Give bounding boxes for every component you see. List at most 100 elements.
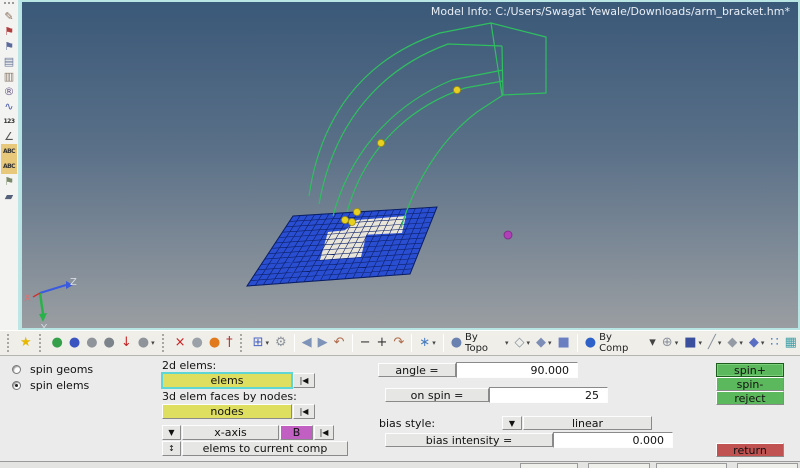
angle-input[interactable]: 90.000 <box>456 362 578 378</box>
scribble-icon[interactable]: ∿ <box>1 99 17 114</box>
wireframe-geometry-icon[interactable]: ◇ ▾ <box>511 333 533 353</box>
spin-preview-wireframe <box>308 22 547 229</box>
zoom-in-icon[interactable]: + <box>373 333 390 353</box>
nodes-collector-button[interactable]: nodes <box>162 404 292 419</box>
elems-to-current-comp-button[interactable]: elems to current comp <box>182 441 348 456</box>
element-color-mode-icon[interactable]: ● By Comp <box>582 332 646 354</box>
toolbar-separator <box>411 334 413 352</box>
dropdown-caret-icon: ▾ <box>698 339 703 347</box>
radio-circle[interactable] <box>12 365 21 374</box>
flag-red-icon[interactable]: ⚑ <box>1 24 17 39</box>
spin-plus-button[interactable]: spin+ <box>716 363 784 377</box>
on-spin-input[interactable]: 25 <box>489 387 608 403</box>
geometry-color-mode-icon[interactable]: ● By Topo ▾ <box>448 332 512 354</box>
clear-highlights-icon[interactable]: ● <box>206 333 223 353</box>
numbers-123-icon[interactable]: 123 <box>1 114 17 129</box>
graphics-viewport[interactable]: Z Y X Model Info: C:/Users/Swagat Yewale… <box>20 0 800 330</box>
plot-axes-icon[interactable]: ∠ <box>1 129 17 144</box>
axis-dropdown-button[interactable]: ▼ <box>162 425 181 440</box>
dropdown-caret-icon: ▾ <box>151 339 155 347</box>
unmask-adjacent-icon[interactable]: ● <box>66 333 83 353</box>
shaded-elements-icon[interactable]: ■ ▾ <box>681 333 705 353</box>
favorites-icon[interactable]: ★ <box>17 333 35 353</box>
model-scene[interactable]: Z Y X <box>22 2 798 328</box>
spin-panel: spin geoms spin elems 2d elems: elems |◀… <box>0 356 800 462</box>
dropdown-caret-icon: ▾ <box>547 339 552 347</box>
toolbar-separator <box>351 334 353 352</box>
options-icon[interactable]: ⚙ <box>272 333 290 353</box>
elems-collector-button[interactable]: elems <box>161 372 293 389</box>
visualization-options-icon[interactable]: ∗ ▾ <box>416 333 438 353</box>
toolbar-grip[interactable] <box>4 2 14 6</box>
card-icon[interactable]: ▥ <box>1 69 17 84</box>
base-node-b-button[interactable]: B <box>280 425 313 440</box>
temp-nodes-icon[interactable]: ● <box>188 333 205 353</box>
return-button[interactable]: return <box>716 443 784 457</box>
left-toolbar: ✎ ⚑ ⚑ ▤ ▥ ® ∿ 123 ∠ ABC ABC ⚑ ▰ <box>0 0 20 330</box>
dropdown-caret-icon: ▾ <box>504 339 509 347</box>
axis-triad: Z Y X <box>24 277 77 328</box>
panels-icon[interactable]: ⊞ ▾ <box>250 333 272 353</box>
dropdown-caret-icon: ▾ <box>717 339 722 347</box>
hidden-panel-button[interactable] <box>737 463 798 468</box>
masked-elements-icon[interactable]: ● ▾ <box>135 333 158 353</box>
spin-minus-button[interactable]: spin- <box>716 377 784 391</box>
dropdown-caret-icon: ▾ <box>265 339 269 347</box>
on-spin-label-button[interactable]: on spin = <box>385 388 489 402</box>
nodes-reset-button[interactable]: |◀ <box>293 404 315 419</box>
zoom-out-icon[interactable]: − <box>357 333 374 353</box>
view-back-icon[interactable]: ◀ <box>299 333 315 353</box>
view-undo-icon[interactable]: ↶ <box>331 333 348 353</box>
shrink-elements-icon[interactable]: ◆ ▾ <box>746 333 768 353</box>
bias-intensity-input[interactable]: 0.000 <box>553 432 673 448</box>
stack-icon[interactable]: ▤ <box>1 54 17 69</box>
delete-icon[interactable]: × <box>172 333 189 353</box>
wireframe-elements-icon[interactable]: ⊕ ▾ <box>659 333 681 353</box>
footer-strip <box>0 462 800 468</box>
entity-state-icon[interactable]: † <box>223 333 236 353</box>
reject-button[interactable]: reject <box>716 391 784 405</box>
shaded-geometry-icon[interactable]: ◆ ▾ <box>533 333 555 353</box>
elems-reset-button[interactable]: |◀ <box>293 373 315 388</box>
base-node-magenta[interactable] <box>503 230 513 240</box>
abc-arrow-icon[interactable]: ABC <box>1 159 17 174</box>
toolbar-separator <box>293 334 295 352</box>
dropdown-caret-icon: ▾ <box>432 339 436 347</box>
view-redo-icon[interactable]: ↷ <box>390 333 407 353</box>
radio-spin-elems[interactable]: spin elems <box>12 379 89 392</box>
view-forward-icon[interactable]: ▶ <box>315 333 331 353</box>
toolbar-separator <box>576 334 578 352</box>
notes-icon[interactable]: ✎ <box>1 9 17 24</box>
performance-graphics-icon[interactable]: ▦ <box>782 333 800 353</box>
tag-flag-icon[interactable]: ⚑ <box>1 174 17 189</box>
dropdown-caret-icon: ▾ <box>674 339 679 347</box>
feature-angle-icon[interactable]: ◆ ▾ <box>724 333 746 353</box>
comp-toggle-button[interactable]: ↕ <box>162 441 181 456</box>
axis-reset-button[interactable]: |◀ <box>314 425 334 440</box>
radio-spin-geoms[interactable]: spin geoms <box>12 363 93 376</box>
hidden-panel-button[interactable] <box>656 463 727 468</box>
bias-style-dropdown-button[interactable]: ▼ <box>502 416 522 430</box>
mesh-style-caret-icon[interactable]: ▾ <box>646 333 659 353</box>
unmask-all-icon[interactable]: ↓ <box>118 333 135 353</box>
2d-elems-label: 2d elems: <box>162 359 217 372</box>
bias-intensity-label-button[interactable]: bias intensity = <box>385 433 553 447</box>
hidden-panel-button[interactable] <box>520 463 578 468</box>
angle-label-button[interactable]: angle = <box>378 363 456 377</box>
hidden-panel-button[interactable] <box>588 463 650 468</box>
unmask-attached-icon[interactable]: ● <box>83 333 100 353</box>
dropdown-caret-icon: ▾ <box>760 339 765 347</box>
copyright-icon[interactable]: ® <box>1 84 17 99</box>
radio-circle-selected[interactable] <box>12 381 21 390</box>
mask-icon[interactable]: ● <box>49 333 66 353</box>
hypermesh-window: ✎ ⚑ ⚑ ▤ ▥ ® ∿ 123 ∠ ABC ABC ⚑ ▰ Z X Mode… <box>0 0 800 468</box>
axis-select-button[interactable]: x-axis <box>182 425 279 440</box>
bias-style-value-button[interactable]: linear <box>523 416 652 430</box>
element-edges-icon[interactable]: ╱ ▾ <box>705 333 724 353</box>
multicolor-elements-icon[interactable]: ∷ <box>767 333 781 353</box>
abc-label-icon[interactable]: ABC <box>1 144 17 159</box>
reverse-elements-icon[interactable]: ● <box>101 333 118 353</box>
solid-geometry-icon[interactable]: ■ <box>555 333 573 353</box>
plate-icon[interactable]: ▰ <box>1 189 17 204</box>
flag-blue-icon[interactable]: ⚑ <box>1 39 17 54</box>
